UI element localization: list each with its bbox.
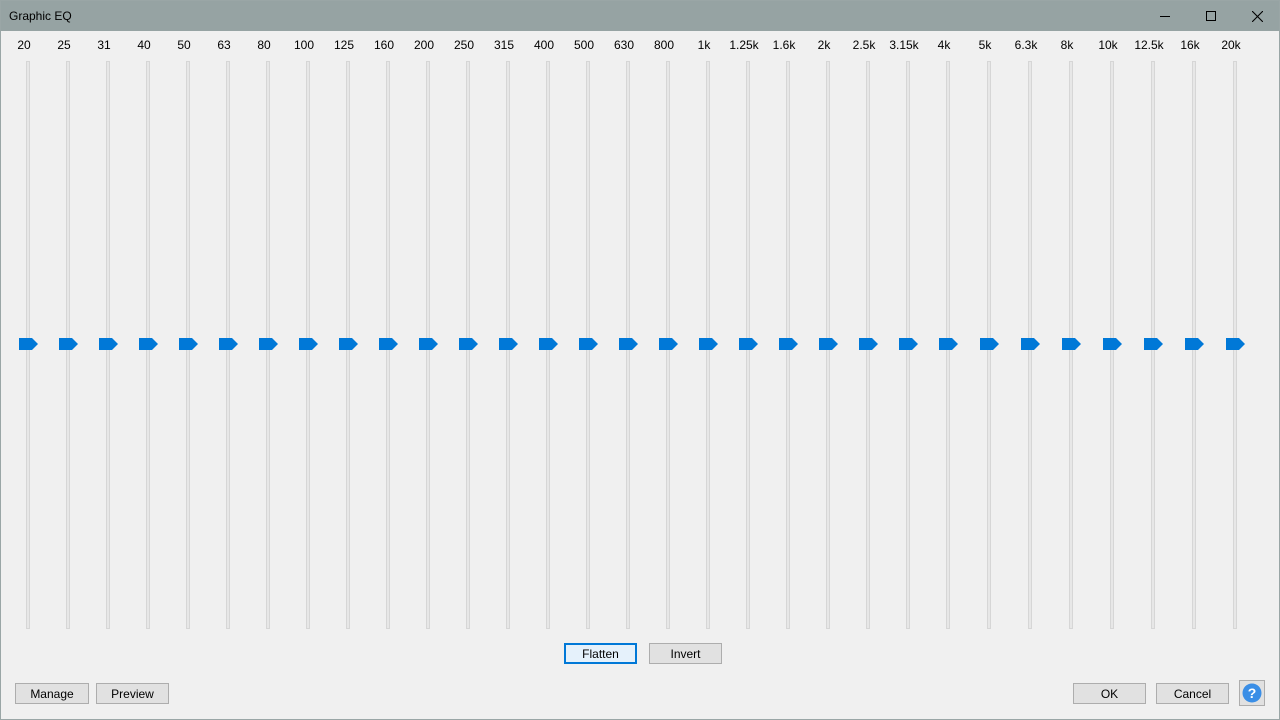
band-slider-thumb[interactable]: [1021, 338, 1041, 350]
band-label: 3.15k: [889, 38, 919, 52]
band-slider-thumb[interactable]: [179, 338, 199, 350]
svg-text:?: ?: [1248, 685, 1257, 701]
help-button[interactable]: ?: [1239, 680, 1265, 706]
band-slider-thumb[interactable]: [259, 338, 279, 350]
band-label: 100: [293, 38, 315, 52]
invert-button[interactable]: Invert: [649, 643, 722, 664]
band-label: 500: [573, 38, 595, 52]
help-icon: ?: [1242, 683, 1262, 703]
band-label: 20: [17, 38, 31, 52]
band-slider-thumb[interactable]: [619, 338, 639, 350]
band-slider-thumb[interactable]: [499, 338, 519, 350]
band-label: 400: [533, 38, 555, 52]
band-slider-thumb[interactable]: [379, 338, 399, 350]
band-label: 63: [217, 38, 231, 52]
band-label: 4k: [937, 38, 951, 52]
band-slider-thumb[interactable]: [99, 338, 119, 350]
band-slider-thumb[interactable]: [339, 338, 359, 350]
band-slider-thumb[interactable]: [139, 338, 159, 350]
band-label: 20k: [1221, 38, 1241, 52]
band-slider-thumb[interactable]: [59, 338, 79, 350]
band-slider-thumb[interactable]: [659, 338, 679, 350]
band-slider-thumb[interactable]: [459, 338, 479, 350]
band-label: 200: [413, 38, 435, 52]
band-label: 80: [257, 38, 271, 52]
band-slider-thumb[interactable]: [939, 338, 959, 350]
band-slider-thumb[interactable]: [859, 338, 879, 350]
band-slider-thumb[interactable]: [219, 338, 239, 350]
band-label: 25: [57, 38, 71, 52]
band-label: 31: [97, 38, 111, 52]
band-label: 40: [137, 38, 151, 52]
band-label: 160: [373, 38, 395, 52]
band-label: 10k: [1098, 38, 1118, 52]
band-label: 125: [333, 38, 355, 52]
title-bar[interactable]: Graphic EQ: [1, 1, 1279, 31]
cancel-button[interactable]: Cancel: [1156, 683, 1229, 704]
band-slider-thumb[interactable]: [1062, 338, 1082, 350]
band-slider-thumb[interactable]: [819, 338, 839, 350]
maximize-button[interactable]: [1188, 1, 1234, 31]
band-slider-thumb[interactable]: [1185, 338, 1205, 350]
band-slider-thumb[interactable]: [899, 338, 919, 350]
band-label: 6.3k: [1014, 38, 1038, 52]
band-label: 315: [493, 38, 515, 52]
band-slider-thumb[interactable]: [739, 338, 759, 350]
band-label: 16k: [1180, 38, 1200, 52]
minimize-button[interactable]: [1142, 1, 1188, 31]
graphic-eq-window: Graphic EQ 20 25 31 40 50 63 80 100 125 160 200 250…: [0, 0, 1280, 720]
manage-button[interactable]: Manage: [15, 683, 89, 704]
band-slider-thumb[interactable]: [539, 338, 559, 350]
band-label: 5k: [978, 38, 992, 52]
band-slider-thumb[interactable]: [419, 338, 439, 350]
close-icon: [1251, 10, 1263, 22]
band-slider-thumb[interactable]: [699, 338, 719, 350]
band-label: 8k: [1060, 38, 1074, 52]
close-button[interactable]: [1234, 1, 1280, 31]
band-slider-thumb[interactable]: [779, 338, 799, 350]
band-label: 1.25k: [729, 38, 759, 52]
band-label: 630: [613, 38, 635, 52]
band-slider-thumb[interactable]: [19, 338, 39, 350]
minimize-icon: [1160, 16, 1170, 17]
band-slider-thumb[interactable]: [579, 338, 599, 350]
band-label: 12.5k: [1134, 38, 1164, 52]
band-label: 1.6k: [772, 38, 796, 52]
band-label: 2k: [817, 38, 831, 52]
band-slider-thumb[interactable]: [980, 338, 1000, 350]
band-slider-thumb[interactable]: [299, 338, 319, 350]
band-slider-thumb[interactable]: [1144, 338, 1164, 350]
ok-button[interactable]: OK: [1073, 683, 1146, 704]
band-label: 2.5k: [852, 38, 876, 52]
flatten-button[interactable]: Flatten: [564, 643, 637, 664]
band-slider-thumb[interactable]: [1103, 338, 1123, 350]
maximize-icon: [1206, 11, 1216, 21]
window-title: Graphic EQ: [9, 9, 72, 23]
band-slider-thumb[interactable]: [1226, 338, 1246, 350]
band-label: 800: [653, 38, 675, 52]
band-label: 50: [177, 38, 191, 52]
preview-button[interactable]: Preview: [96, 683, 169, 704]
band-label: 250: [453, 38, 475, 52]
band-label: 1k: [697, 38, 711, 52]
